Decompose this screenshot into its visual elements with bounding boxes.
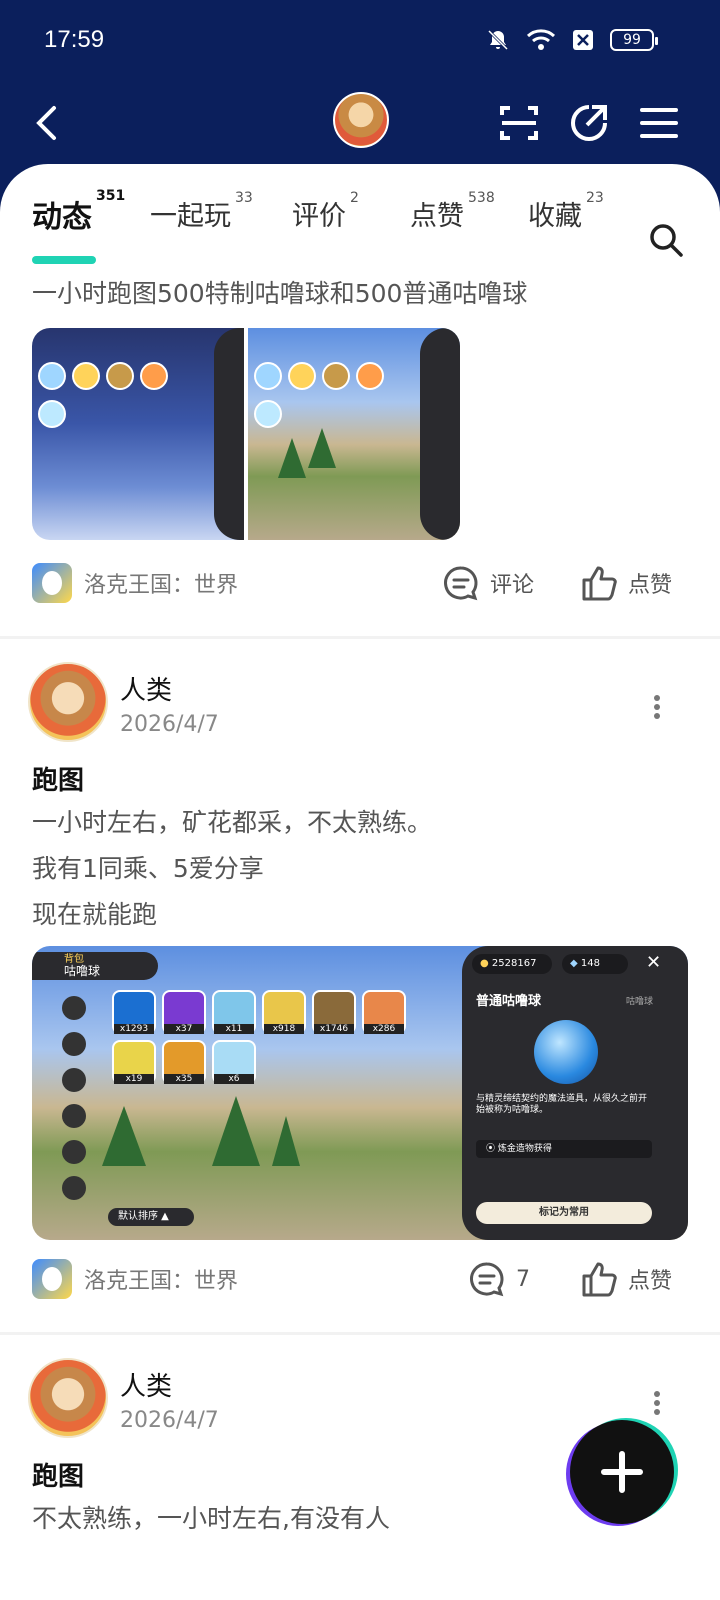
item-slot[interactable]: x19 [112, 1040, 156, 1084]
content-sheet: 动态351 一起玩33 评价2 点赞538 收藏23 一小时跑图500特制咕噜球… [0, 164, 720, 1600]
mute-bell-icon [487, 29, 509, 51]
item-detail-panel: ● 2528167 ◆ 148 ✕ 普通咕噜球 咕噜球 与精灵缔结契约的魔法道具… [462, 946, 688, 1240]
like-button[interactable]: 点赞 [580, 564, 672, 602]
tab-play-together[interactable]: 一起玩33 [150, 190, 253, 233]
game-name[interactable]: 洛克王国：世界 [84, 1263, 238, 1295]
item-slot[interactable]: x286 [362, 990, 406, 1034]
bag-header: 背包 咕噜球 [32, 952, 158, 980]
item-slot[interactable]: x35 [162, 1040, 206, 1084]
status-bar: 17:59 99 [0, 0, 720, 84]
tab-likes[interactable]: 点赞538 [410, 190, 495, 233]
mark-favorite-button[interactable]: 标记为常用 [476, 1202, 652, 1224]
panel-title: 普通咕噜球 [476, 994, 542, 1009]
tab-bar: 动态351 一起玩33 评价2 点赞538 收藏23 [0, 188, 720, 264]
post-title: 跑图 [32, 1462, 85, 1492]
profile-avatar[interactable] [333, 92, 389, 148]
post-divider [0, 636, 720, 639]
game-name[interactable]: 洛克王国：世界 [84, 567, 238, 599]
menu-icon [640, 108, 678, 138]
scan-button[interactable] [494, 98, 544, 148]
more-options-icon[interactable] [654, 692, 662, 722]
close-icon[interactable]: ✕ [646, 952, 661, 973]
menu-button[interactable] [634, 98, 684, 148]
sim-off-icon [573, 30, 593, 50]
post-title: 跑图 [32, 766, 85, 796]
post-text: 一小时跑图500特制咕噜球和500普通咕噜球 [32, 279, 528, 308]
panel-tag: 咕噜球 [626, 997, 654, 1007]
item-slot[interactable]: x918 [262, 990, 306, 1034]
tab-favorites[interactable]: 收藏23 [528, 190, 604, 233]
user-name[interactable]: 人类 [120, 1366, 172, 1403]
post-image[interactable] [248, 328, 460, 540]
post-date: 2026/4/7 [120, 1408, 219, 1433]
post-line: 现在就能跑 [32, 900, 158, 929]
item-slot[interactable]: x1293 [112, 990, 156, 1034]
comment-button[interactable]: 7 [468, 1260, 530, 1298]
more-options-icon[interactable] [654, 1388, 662, 1418]
post-line: 不太熟练，一小时左右,有没有人 [32, 1504, 390, 1533]
top-header [0, 84, 720, 164]
item-slot[interactable]: x1746 [312, 990, 356, 1034]
ball-image [534, 1020, 598, 1084]
panel-description: 与精灵缔结契约的魔法道具，从很久之前开始被称为咕噜球。 [476, 1094, 648, 1115]
plus-icon [601, 1451, 643, 1493]
like-button[interactable]: 点赞 [580, 1260, 672, 1298]
wifi-icon [526, 29, 556, 50]
comment-count: 7 [516, 1266, 530, 1292]
gems-counter: ◆ 148 [562, 954, 628, 974]
post-line: 一小时左右，矿花都采，不太熟练。 [32, 808, 433, 837]
item-grid: x1293 x37 x11 x918 x1746 x286 x19 x35 x6 [112, 990, 412, 1084]
active-tab-indicator [32, 256, 96, 264]
item-slot[interactable]: x6 [212, 1040, 256, 1084]
share-icon [571, 105, 607, 141]
thumbs-up-icon [582, 1262, 617, 1297]
comment-icon [444, 566, 478, 601]
category-sidebar [62, 996, 92, 1226]
item-slot[interactable]: x37 [162, 990, 206, 1034]
create-post-button[interactable] [570, 1420, 674, 1524]
item-slot[interactable]: x11 [212, 990, 256, 1034]
status-time: 17:59 [44, 26, 105, 53]
search-icon[interactable] [648, 222, 684, 258]
share-button[interactable] [564, 98, 614, 148]
post-image[interactable] [32, 328, 244, 540]
battery-indicator: 99 [610, 29, 658, 51]
post-line: 我有1同乘、5爱分享 [32, 854, 264, 883]
tab-reviews[interactable]: 评价2 [292, 190, 359, 233]
user-name[interactable]: 人类 [120, 670, 172, 707]
user-avatar[interactable] [28, 662, 108, 742]
tab-dynamics[interactable]: 动态351 [32, 188, 125, 236]
user-avatar[interactable] [28, 1358, 108, 1438]
chevron-left-icon [36, 106, 56, 140]
scan-icon [500, 106, 538, 140]
post-date: 2026/4/7 [120, 712, 219, 737]
status-icons: 99 [486, 28, 658, 52]
game-icon[interactable] [32, 1259, 72, 1299]
thumbs-up-icon [582, 566, 617, 601]
sort-button[interactable]: 默认排序 ▲ [108, 1208, 194, 1226]
back-button[interactable] [22, 98, 72, 148]
post-screenshot[interactable]: 背包 咕噜球 x1293 x37 x11 x918 x1746 x286 x19… [32, 946, 688, 1240]
comment-icon [470, 1262, 504, 1297]
comment-button[interactable]: 评论 [442, 564, 534, 602]
coins-counter: ● 2528167 [472, 954, 552, 974]
post-divider [0, 1332, 720, 1335]
panel-source[interactable]: ⦿ 炼金造物获得 [476, 1140, 652, 1158]
game-icon[interactable] [32, 563, 72, 603]
